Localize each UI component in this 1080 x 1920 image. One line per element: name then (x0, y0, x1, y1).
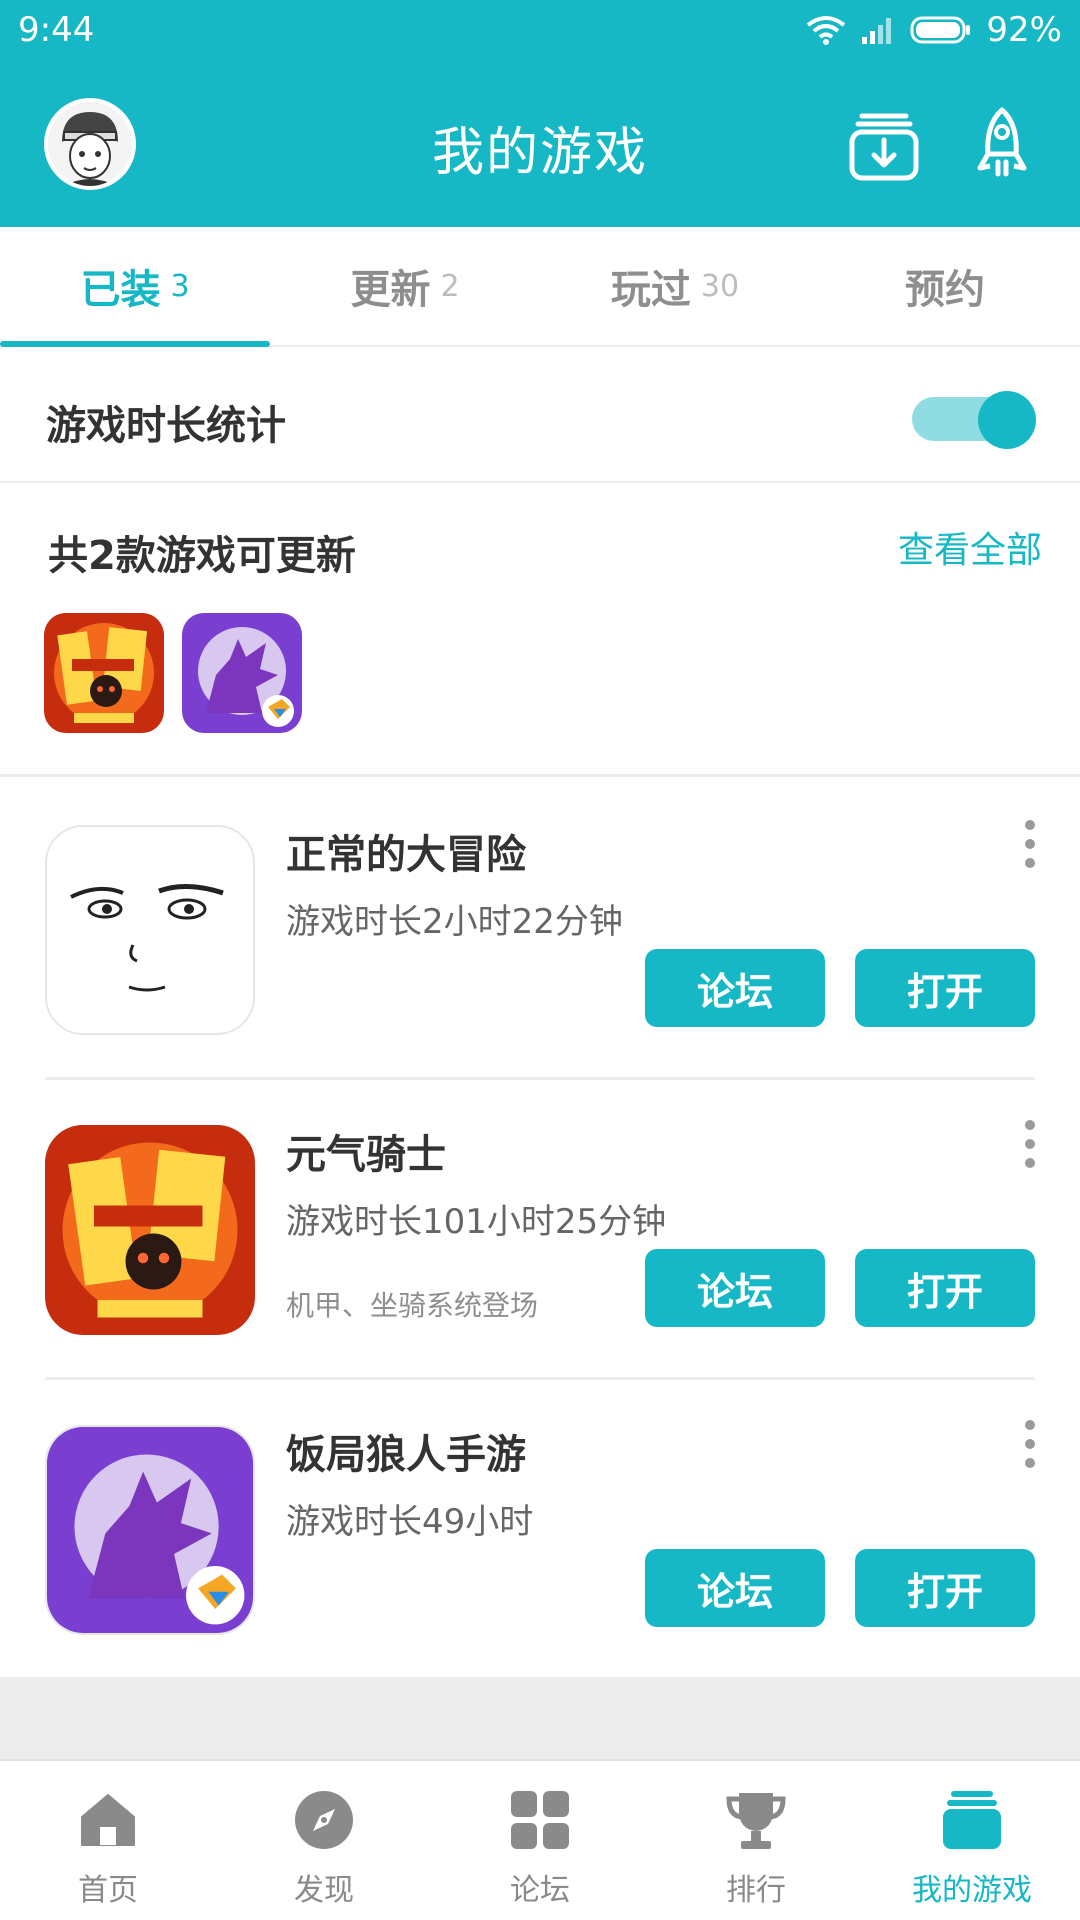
download-manager-button[interactable] (844, 104, 924, 184)
header: 9:44 92% 我的游戏 (0, 0, 1080, 227)
toggle-knob (978, 391, 1036, 449)
view-all-link[interactable]: 查看全部 (898, 521, 1042, 573)
forum-button[interactable]: 论坛 (645, 1549, 825, 1627)
home-icon (81, 1794, 135, 1846)
more-options-icon[interactable] (1018, 1120, 1042, 1174)
tab-played[interactable]: 玩过 30 (540, 227, 810, 345)
game-icon-werewolf[interactable] (45, 1425, 255, 1635)
nav-label: 我的游戏 (912, 1873, 1032, 1908)
nav-ranking[interactable]: 排行 (648, 1761, 864, 1920)
more-options-icon[interactable] (1018, 820, 1042, 874)
my-games-icon (943, 1791, 1001, 1849)
status-time: 9:44 (18, 10, 95, 50)
my-games-screen: 9:44 92% 我的游戏 已装 3 更新 2 玩过 30 预约 游戏时长统计 … (0, 0, 1080, 1920)
rocket-icon (977, 107, 1027, 177)
battery-percent: 92% (986, 10, 1062, 50)
tab-reserved[interactable]: 预约 (810, 227, 1080, 345)
tab-installed[interactable]: 已装 3 (0, 227, 270, 347)
tab-label: 预约 (905, 267, 985, 313)
status-indicators: 92% (806, 10, 1062, 50)
battery-icon (910, 16, 971, 44)
game-icon-soul-knight[interactable] (45, 1125, 255, 1335)
tab-label: 已装 (80, 267, 161, 313)
more-options-icon[interactable] (1018, 1420, 1042, 1474)
tab-count: 2 (440, 268, 460, 304)
soul-knight-icon (45, 1125, 255, 1335)
nav-label: 排行 (726, 1873, 786, 1908)
playtime-stats-toggle[interactable] (912, 391, 1036, 449)
game-card-soul-knight: 元气骑士 游戏时长101小时25分钟 机甲、坐骑系统登场 论坛 打开 (0, 1080, 1080, 1380)
rocket-button[interactable] (962, 104, 1042, 184)
soul-knight-icon (44, 613, 164, 733)
meme-face-icon (47, 827, 253, 1033)
game-icon-normal-adventure[interactable] (45, 825, 255, 1035)
wifi-icon (807, 16, 846, 45)
compass-icon (295, 1791, 353, 1849)
signal-icon (862, 18, 892, 44)
nav-my-games[interactable]: 我的游戏 (864, 1761, 1080, 1920)
game-card-normal-adventure: 正常的大冒险 游戏时长2小时22分钟 论坛 打开 (0, 780, 1080, 1080)
game-playtime: 游戏时长49小时 (286, 1502, 534, 1542)
werewolf-icon (182, 613, 302, 733)
game-name: 饭局狼人手游 (286, 1432, 526, 1478)
download-box-icon (849, 113, 919, 181)
forum-button[interactable]: 论坛 (645, 949, 825, 1027)
nav-forum[interactable]: 论坛 (432, 1761, 648, 1920)
update-app-icon-werewolf[interactable] (182, 613, 302, 733)
playtime-stats-label: 游戏时长统计 (46, 403, 286, 449)
tab-label: 更新 (350, 267, 431, 313)
game-playtime: 游戏时长2小时22分钟 (286, 902, 623, 942)
updates-section: 共2款游戏可更新 查看全部 (0, 485, 1080, 777)
tab-updates[interactable]: 更新 2 (270, 227, 540, 345)
game-playtime: 游戏时长101小时25分钟 (286, 1202, 667, 1242)
forum-button[interactable]: 论坛 (645, 1249, 825, 1327)
bottom-nav: 首页 发现 论坛 排行 我的游戏 (0, 1759, 1080, 1920)
game-name: 元气骑士 (286, 1132, 446, 1178)
updates-title: 共2款游戏可更新 (48, 533, 356, 579)
nav-label: 首页 (78, 1873, 138, 1908)
update-app-icon-soul-knight[interactable] (44, 613, 164, 733)
nav-discover[interactable]: 发现 (216, 1761, 432, 1920)
tab-count: 30 (700, 268, 740, 304)
open-button[interactable]: 打开 (855, 949, 1035, 1027)
nav-label: 论坛 (510, 1873, 570, 1908)
game-update-note: 机甲、坐骑系统登场 (286, 1289, 539, 1322)
app-bar: 我的游戏 (0, 62, 1080, 227)
open-button[interactable]: 打开 (855, 1249, 1035, 1327)
tab-count: 3 (170, 268, 190, 304)
werewolf-icon (47, 1427, 253, 1633)
open-button[interactable]: 打开 (855, 1549, 1035, 1627)
tab-bar: 已装 3 更新 2 玩过 30 预约 (0, 227, 1080, 347)
status-bar: 9:44 92% (0, 0, 1080, 62)
grid-icon (511, 1791, 569, 1849)
list-footer-gap (0, 1677, 1080, 1759)
nav-home[interactable]: 首页 (0, 1761, 216, 1920)
playtime-stats-row: 游戏时长统计 (0, 349, 1080, 483)
nav-label: 发现 (294, 1873, 354, 1908)
tab-label: 玩过 (610, 267, 691, 313)
game-name: 正常的大冒险 (286, 832, 526, 878)
game-card-werewolf: 饭局狼人手游 游戏时长49小时 论坛 打开 (0, 1380, 1080, 1680)
trophy-icon (726, 1793, 786, 1849)
